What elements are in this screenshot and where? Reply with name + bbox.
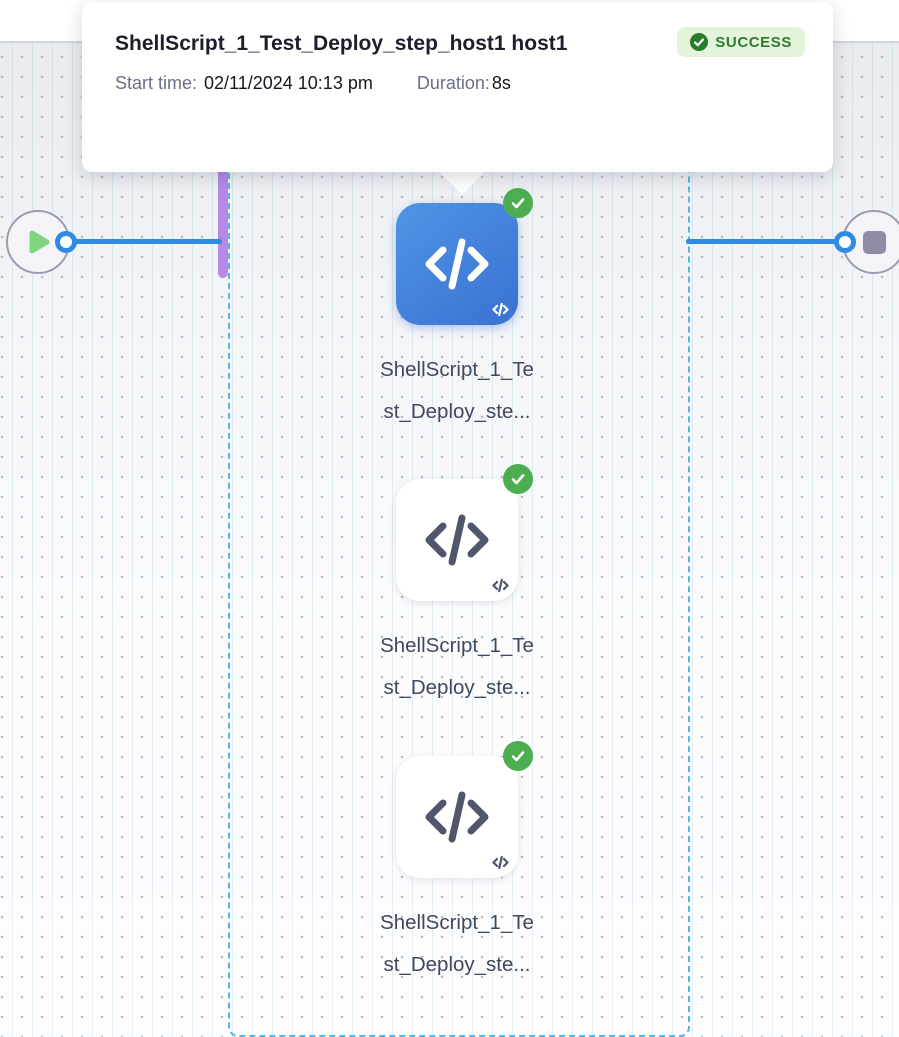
code-icon bbox=[423, 234, 491, 294]
connector-port-end bbox=[834, 231, 856, 253]
step-label-line1: ShellScript_1_Te bbox=[348, 349, 566, 391]
step-node-shellscript-2[interactable]: ShellScript_1_Te st_Deploy_ste... bbox=[346, 479, 568, 709]
step-label-line2: st_Deploy_ste... bbox=[348, 391, 566, 433]
step-label-line2: st_Deploy_ste... bbox=[348, 667, 566, 709]
check-icon bbox=[510, 471, 526, 487]
step-label-line2: st_Deploy_ste... bbox=[348, 944, 566, 986]
step-card[interactable] bbox=[396, 756, 518, 878]
step-label: ShellScript_1_Te st_Deploy_ste... bbox=[348, 625, 566, 709]
status-badge: SUCCESS bbox=[677, 27, 805, 57]
check-circle-icon bbox=[690, 33, 708, 51]
step-card[interactable] bbox=[396, 203, 518, 325]
status-badge-label: SUCCESS bbox=[715, 34, 792, 51]
step-label-line1: ShellScript_1_Te bbox=[348, 625, 566, 667]
duration-label: Duration: bbox=[417, 73, 490, 94]
step-node-shellscript-1[interactable]: ShellScript_1_Te st_Deploy_ste... bbox=[346, 203, 568, 433]
code-icon-small bbox=[492, 855, 509, 870]
duration-value: 8s bbox=[492, 73, 511, 94]
check-icon bbox=[510, 748, 526, 764]
connector-port-start bbox=[55, 231, 77, 253]
play-icon bbox=[25, 229, 51, 255]
step-success-badge bbox=[503, 741, 533, 771]
code-icon bbox=[423, 787, 491, 847]
stop-icon bbox=[863, 231, 886, 254]
execution-graph-canvas[interactable]: ShellScript_1_Te st_Deploy_ste... bbox=[0, 43, 899, 1037]
tooltip-meta-row: Start time: 02/11/2024 10:13 pm Duration… bbox=[115, 73, 805, 94]
edge-start-to-stage bbox=[64, 239, 222, 244]
edge-stage-to-end bbox=[686, 239, 851, 244]
tooltip-step-title: ShellScript_1_Test_Deploy_step_host1 hos… bbox=[115, 22, 660, 66]
step-card[interactable] bbox=[396, 479, 518, 601]
code-icon bbox=[423, 510, 491, 570]
code-icon-small bbox=[492, 302, 509, 317]
start-time-label: Start time: bbox=[115, 73, 197, 94]
step-details-tooltip: ShellScript_1_Test_Deploy_step_host1 hos… bbox=[82, 2, 833, 172]
step-label: ShellScript_1_Te st_Deploy_ste... bbox=[348, 902, 566, 986]
code-icon-small bbox=[492, 578, 509, 593]
step-success-badge bbox=[503, 464, 533, 494]
start-time-value: 02/11/2024 10:13 pm bbox=[204, 73, 373, 94]
step-label-line1: ShellScript_1_Te bbox=[348, 902, 566, 944]
step-success-badge bbox=[503, 188, 533, 218]
check-icon bbox=[510, 195, 526, 211]
step-label: ShellScript_1_Te st_Deploy_ste... bbox=[348, 349, 566, 433]
step-node-shellscript-3[interactable]: ShellScript_1_Te st_Deploy_ste... bbox=[346, 756, 568, 986]
